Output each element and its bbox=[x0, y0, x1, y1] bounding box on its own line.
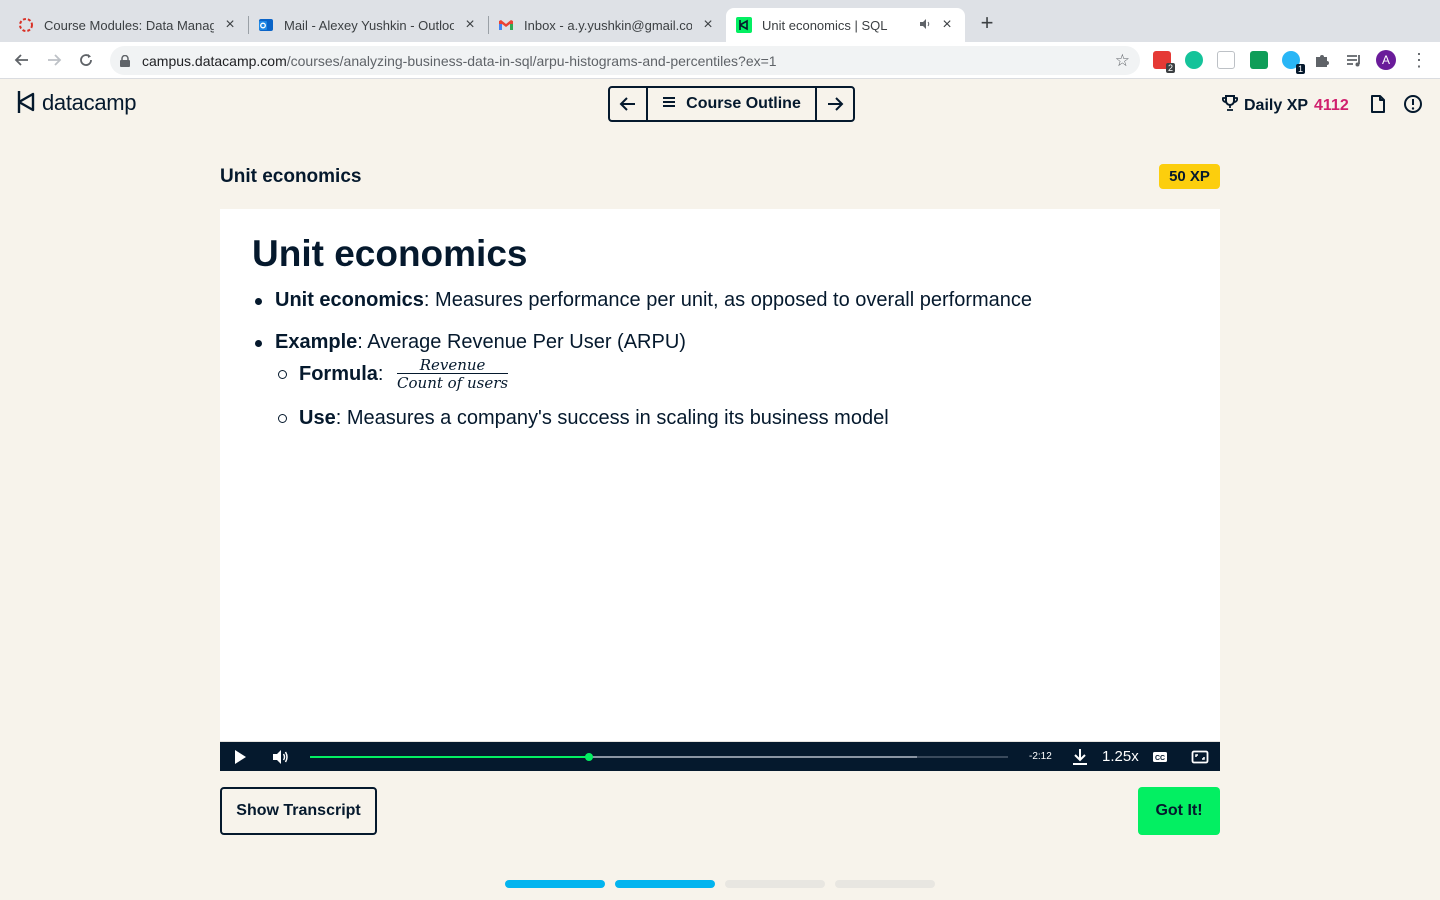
new-tab-button[interactable]: + bbox=[976, 12, 998, 34]
previous-exercise-button[interactable] bbox=[610, 88, 646, 120]
close-icon[interactable]: × bbox=[939, 16, 955, 34]
arrow-right-icon bbox=[828, 97, 844, 111]
puzzle-icon[interactable] bbox=[1313, 51, 1331, 69]
close-icon[interactable]: × bbox=[222, 16, 238, 34]
app-header: datacamp Course Outline Daily XP 4112 bbox=[0, 79, 1440, 131]
arrow-left-icon bbox=[619, 97, 635, 111]
slide-heading: Unit economics bbox=[252, 233, 528, 274]
play-icon[interactable] bbox=[231, 748, 249, 766]
browser-tab-active[interactable]: Unit economics | SQL × bbox=[726, 8, 965, 42]
bullet-term: Formula bbox=[299, 362, 378, 385]
slide-sub-bullet: Use: Measures a company's success in sca… bbox=[278, 407, 889, 430]
close-icon[interactable]: × bbox=[462, 16, 478, 34]
course-outline-button[interactable]: Course Outline bbox=[646, 88, 817, 120]
seek-bar[interactable] bbox=[310, 753, 1008, 761]
bullet-text: : Average Revenue Per User (ARPU) bbox=[357, 331, 686, 353]
course-outline-label: Course Outline bbox=[686, 95, 801, 112]
progress-segment[interactable] bbox=[615, 880, 715, 888]
browser-tab[interactable]: Course Modules: Data Manage × bbox=[8, 8, 248, 42]
browser-tab[interactable]: Mail - Alexey Yushkin - Outlook × bbox=[248, 8, 488, 42]
bullet-ring bbox=[278, 370, 287, 379]
formula-numerator: Revenue bbox=[397, 357, 509, 374]
bookmark-star-icon[interactable]: ☆ bbox=[1115, 51, 1130, 71]
show-transcript-button[interactable]: Show Transcript bbox=[220, 787, 377, 835]
tab-title: Mail - Alexey Yushkin - Outlook bbox=[284, 17, 454, 33]
address-bar[interactable]: campus.datacamp.com/courses/analyzing-bu… bbox=[110, 46, 1140, 75]
xp-badge: 50 XP bbox=[1159, 164, 1220, 189]
lifebuoy-icon bbox=[18, 17, 34, 33]
extension-badge: 1 bbox=[1295, 64, 1305, 74]
url-text: campus.datacamp.com/courses/analyzing-bu… bbox=[142, 53, 777, 69]
got-it-button[interactable]: Got It! bbox=[1138, 787, 1220, 835]
slide-sub-bullet: Formula: Revenue Count of users bbox=[278, 357, 509, 392]
slides-document-icon[interactable] bbox=[1370, 94, 1390, 114]
next-exercise-button[interactable] bbox=[817, 88, 853, 120]
datacamp-logo-icon bbox=[16, 89, 38, 117]
closed-captions-icon[interactable]: CC bbox=[1151, 748, 1169, 766]
bullet-dot bbox=[255, 298, 262, 305]
slide-bullet: Example: Average Revenue Per User (ARPU) bbox=[255, 331, 686, 354]
progress-segment[interactable] bbox=[835, 880, 935, 888]
kebab-menu-icon[interactable]: ⋮ bbox=[1410, 51, 1428, 69]
bullet-separator: : bbox=[377, 362, 384, 385]
bullet-text: : Measures a company's success in scalin… bbox=[335, 407, 889, 429]
daily-xp-value: 4112 bbox=[1314, 96, 1349, 114]
datacamp-logo[interactable]: datacamp bbox=[16, 89, 137, 117]
bullet-term: Unit economics bbox=[275, 289, 424, 311]
progress-segment[interactable] bbox=[725, 880, 825, 888]
bullet-term: Use bbox=[299, 407, 336, 429]
browser-toolbar: campus.datacamp.com/courses/analyzing-bu… bbox=[0, 42, 1440, 79]
progress-segment[interactable] bbox=[505, 880, 605, 888]
extension-icon[interactable] bbox=[1250, 51, 1268, 69]
playback-speed-button[interactable]: 1.25x bbox=[1102, 748, 1139, 765]
back-icon[interactable] bbox=[10, 49, 34, 71]
speaker-icon[interactable] bbox=[919, 18, 931, 33]
datacamp-icon bbox=[736, 17, 752, 33]
tab-title: Inbox - a.y.yushkin@gmail.com bbox=[524, 17, 692, 33]
outlook-icon bbox=[258, 17, 274, 33]
reload-icon[interactable] bbox=[74, 49, 98, 71]
extension-icon[interactable]: 1 bbox=[1282, 51, 1305, 74]
played-bar bbox=[310, 756, 590, 758]
exercise-title: Unit economics bbox=[220, 166, 362, 187]
arpu-formula: Revenue Count of users bbox=[397, 357, 509, 392]
daily-xp-label: Daily XP bbox=[1244, 96, 1309, 114]
svg-text:CC: CC bbox=[1155, 755, 1165, 762]
video-slide[interactable]: Unit economics Unit economics: Measures … bbox=[220, 209, 1220, 742]
lock-icon bbox=[120, 54, 130, 67]
time-remaining: -2:12 bbox=[1029, 751, 1052, 762]
daily-xp[interactable]: Daily XP 4112 bbox=[1221, 94, 1349, 117]
profile-avatar[interactable]: A bbox=[1376, 50, 1396, 70]
bullet-text: : Measures performance per unit, as oppo… bbox=[423, 289, 1033, 311]
fullscreen-icon[interactable] bbox=[1191, 748, 1209, 766]
grammarly-icon[interactable] bbox=[1185, 51, 1203, 69]
bullet-ring bbox=[278, 414, 287, 423]
menu-icon bbox=[662, 95, 676, 113]
course-navigation: Course Outline bbox=[608, 86, 855, 122]
formula-denominator: Count of users bbox=[397, 374, 509, 392]
video-player-controls: -2:12 1.25x CC bbox=[220, 742, 1220, 771]
tab-title: Course Modules: Data Manage bbox=[44, 17, 214, 33]
download-icon[interactable] bbox=[1071, 748, 1089, 766]
extension-badge: 2 bbox=[1165, 63, 1175, 73]
bullet-term: Example bbox=[275, 331, 358, 353]
seek-handle[interactable] bbox=[585, 753, 594, 761]
browser-tab-strip: Course Modules: Data Manage × Mail - Ale… bbox=[0, 0, 1440, 42]
forward-icon[interactable] bbox=[42, 49, 66, 71]
gmail-icon bbox=[498, 17, 514, 33]
report-issue-icon[interactable] bbox=[1403, 94, 1423, 114]
trophy-icon bbox=[1221, 94, 1239, 117]
tab-title: Unit economics | SQL bbox=[762, 17, 888, 33]
volume-icon[interactable] bbox=[271, 748, 289, 766]
bullet-dot bbox=[255, 340, 262, 347]
slide-bullet: Unit economics: Measures performance per… bbox=[255, 289, 1033, 312]
media-queue-icon[interactable] bbox=[1345, 51, 1363, 69]
extension-icon[interactable] bbox=[1217, 51, 1235, 69]
logo-text: datacamp bbox=[42, 90, 137, 115]
extension-icon[interactable]: 2 bbox=[1153, 51, 1175, 73]
close-icon[interactable]: × bbox=[700, 16, 716, 34]
browser-tab[interactable]: Inbox - a.y.yushkin@gmail.com × bbox=[488, 8, 726, 42]
